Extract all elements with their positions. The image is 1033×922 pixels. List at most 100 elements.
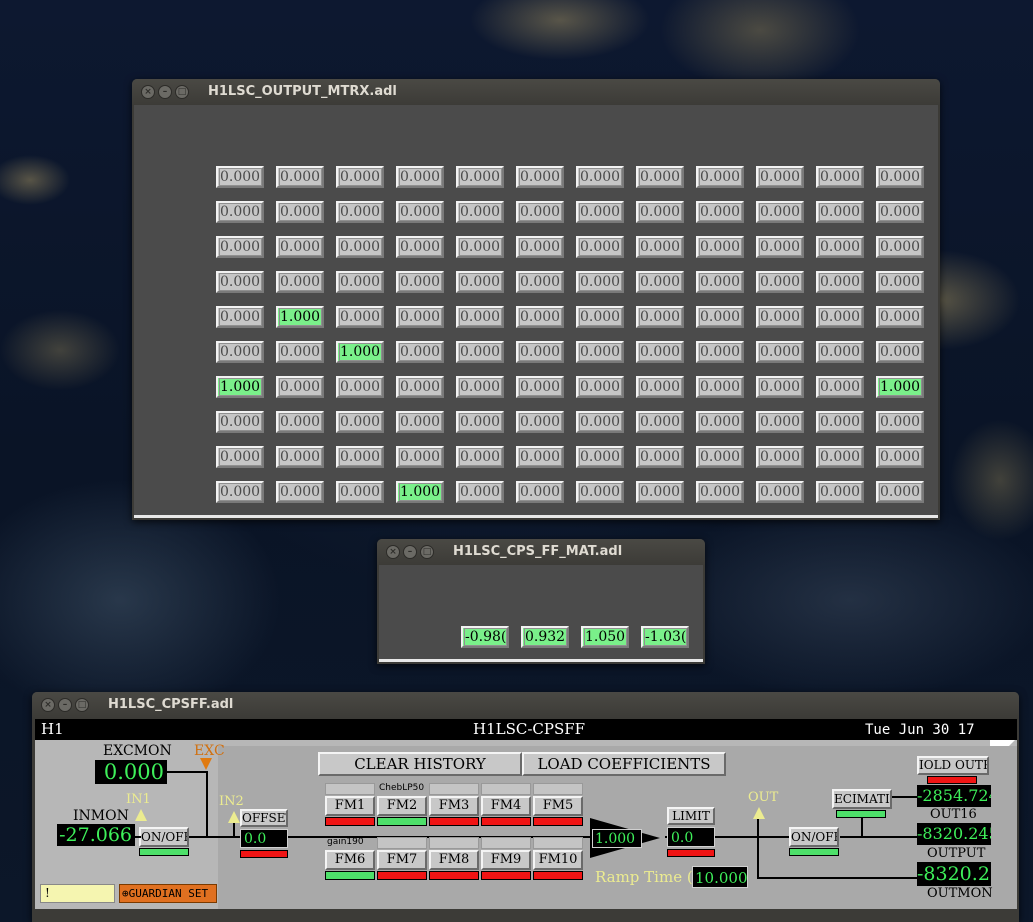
matrix-element[interactable]: 0.000( <box>396 236 444 258</box>
matrix-element[interactable]: 0.000( <box>456 341 504 363</box>
matrix-element[interactable]: 0.000( <box>456 201 504 223</box>
matrix-element[interactable]: 0.000( <box>816 446 864 468</box>
matrix-element[interactable]: 0.000( <box>456 271 504 293</box>
matrix-element[interactable]: 0.000( <box>876 341 924 363</box>
matrix-element[interactable]: 0.000( <box>396 376 444 398</box>
close-icon[interactable]: × <box>386 545 400 559</box>
ff-matrix-element[interactable]: 1.050( <box>581 626 629 648</box>
ff-matrix-element[interactable]: -1.03( <box>641 626 689 648</box>
matrix-element[interactable]: 0.000( <box>816 376 864 398</box>
close-icon[interactable]: × <box>141 85 155 99</box>
matrix-element[interactable]: 0.000( <box>876 411 924 433</box>
matrix-element[interactable]: 0.000( <box>516 236 564 258</box>
matrix-element[interactable]: 0.000( <box>636 166 684 188</box>
matrix-element[interactable]: 0.000( <box>276 166 324 188</box>
output-onoff-button[interactable]: ON/OFF <box>789 827 839 847</box>
matrix-element[interactable]: 0.000( <box>216 201 264 223</box>
matrix-element[interactable]: 0.000( <box>576 376 624 398</box>
matrix-element[interactable]: 0.000( <box>276 481 324 503</box>
matrix-element[interactable]: 1.000( <box>876 376 924 398</box>
matrix-element[interactable]: 0.000( <box>576 306 624 328</box>
matrix-element[interactable]: 0.000( <box>696 341 744 363</box>
matrix-element[interactable]: 1.000( <box>276 306 324 328</box>
matrix-element[interactable]: 0.000( <box>576 446 624 468</box>
matrix-element[interactable]: 1.000( <box>216 376 264 398</box>
matrix-element[interactable]: 0.000( <box>276 201 324 223</box>
fm-button-fm1[interactable]: FM1 <box>325 796 375 816</box>
matrix-element[interactable]: 0.000( <box>516 306 564 328</box>
matrix-element[interactable]: 0.000( <box>816 306 864 328</box>
matrix-element[interactable]: 0.000( <box>816 271 864 293</box>
matrix-element[interactable]: 0.000( <box>756 166 804 188</box>
clear-history-button[interactable]: CLEAR HISTORY <box>318 752 522 776</box>
matrix-element[interactable]: 0.000( <box>756 411 804 433</box>
matrix-element[interactable]: 0.000( <box>396 411 444 433</box>
matrix-element[interactable]: 0.000( <box>336 411 384 433</box>
matrix-element[interactable]: 0.000( <box>516 376 564 398</box>
maximize-icon[interactable]: □ <box>75 698 89 712</box>
matrix-element[interactable]: 0.000( <box>696 236 744 258</box>
matrix-element[interactable]: 0.000( <box>216 236 264 258</box>
matrix-element[interactable]: 0.000( <box>576 201 624 223</box>
matrix-element[interactable]: 0.000( <box>216 166 264 188</box>
matrix-element[interactable]: 0.000( <box>636 306 684 328</box>
offset-readout[interactable]: 0.0 <box>240 829 288 848</box>
minimize-icon[interactable]: – <box>158 85 172 99</box>
matrix-element[interactable]: 0.000( <box>576 236 624 258</box>
ramp-time-readout[interactable]: 10.000 <box>692 866 748 888</box>
maximize-icon[interactable]: □ <box>420 545 434 559</box>
matrix-element[interactable]: 0.000( <box>456 411 504 433</box>
minimize-icon[interactable]: – <box>403 545 417 559</box>
matrix-element[interactable]: 0.000( <box>636 376 684 398</box>
matrix-element[interactable]: 0.000( <box>276 446 324 468</box>
ff-matrix-element[interactable]: 0.932( <box>521 626 569 648</box>
matrix-element[interactable]: 0.000( <box>576 271 624 293</box>
matrix-element[interactable]: 0.000( <box>516 271 564 293</box>
matrix-element[interactable]: 0.000( <box>216 481 264 503</box>
limit-readout[interactable]: 0.0 <box>667 827 715 847</box>
matrix-element[interactable]: 0.000( <box>276 411 324 433</box>
limit-button[interactable]: LIMIT <box>667 807 715 825</box>
matrix-element[interactable]: 0.000( <box>516 446 564 468</box>
output-matrix-titlebar[interactable]: × – □ H1LSC_OUTPUT_MTRX.adl <box>132 79 940 105</box>
fm-button-fm5[interactable]: FM5 <box>533 796 583 816</box>
matrix-element[interactable]: 0.000( <box>756 446 804 468</box>
matrix-element[interactable]: 0.000( <box>276 341 324 363</box>
fm-button-fm4[interactable]: FM4 <box>481 796 531 816</box>
matrix-element[interactable]: 0.000( <box>876 166 924 188</box>
ff-matrix-titlebar[interactable]: × – □ H1LSC_CPS_FF_MAT.adl <box>377 539 705 565</box>
matrix-element[interactable]: 0.000( <box>216 271 264 293</box>
matrix-element[interactable]: 0.000( <box>396 201 444 223</box>
matrix-element[interactable]: 0.000( <box>636 271 684 293</box>
matrix-element[interactable]: 0.000( <box>636 446 684 468</box>
matrix-element[interactable]: 0.000( <box>456 481 504 503</box>
matrix-element[interactable]: 0.000( <box>696 411 744 433</box>
matrix-element[interactable]: 0.000( <box>516 201 564 223</box>
matrix-element[interactable]: 0.000( <box>756 306 804 328</box>
matrix-element[interactable]: 0.000( <box>696 201 744 223</box>
matrix-element[interactable]: 0.000( <box>576 166 624 188</box>
fm-button-fm6[interactable]: FM6 <box>325 850 375 870</box>
matrix-element[interactable]: 0.000( <box>876 271 924 293</box>
matrix-element[interactable]: 0.000( <box>816 481 864 503</box>
matrix-element[interactable]: 0.000( <box>336 446 384 468</box>
matrix-element[interactable]: 0.000( <box>756 376 804 398</box>
matrix-element[interactable]: 0.000( <box>816 411 864 433</box>
matrix-element[interactable]: 0.000( <box>516 166 564 188</box>
matrix-element[interactable]: 0.000( <box>816 201 864 223</box>
matrix-element[interactable]: 0.000( <box>396 446 444 468</box>
matrix-element[interactable]: 0.000( <box>876 201 924 223</box>
matrix-element[interactable]: 0.000( <box>816 341 864 363</box>
matrix-element[interactable]: 0.000( <box>816 236 864 258</box>
matrix-element[interactable]: 0.000( <box>396 306 444 328</box>
matrix-element[interactable]: 0.000( <box>756 341 804 363</box>
matrix-element[interactable]: 0.000( <box>456 306 504 328</box>
matrix-element[interactable]: 0.000( <box>276 376 324 398</box>
matrix-element[interactable]: 0.000( <box>276 271 324 293</box>
matrix-element[interactable]: 0.000( <box>756 236 804 258</box>
matrix-element[interactable]: 0.000( <box>876 236 924 258</box>
matrix-element[interactable]: 0.000( <box>576 341 624 363</box>
matrix-element[interactable]: 0.000( <box>456 446 504 468</box>
matrix-element[interactable]: 0.000( <box>336 271 384 293</box>
matrix-element[interactable]: 0.000( <box>816 166 864 188</box>
